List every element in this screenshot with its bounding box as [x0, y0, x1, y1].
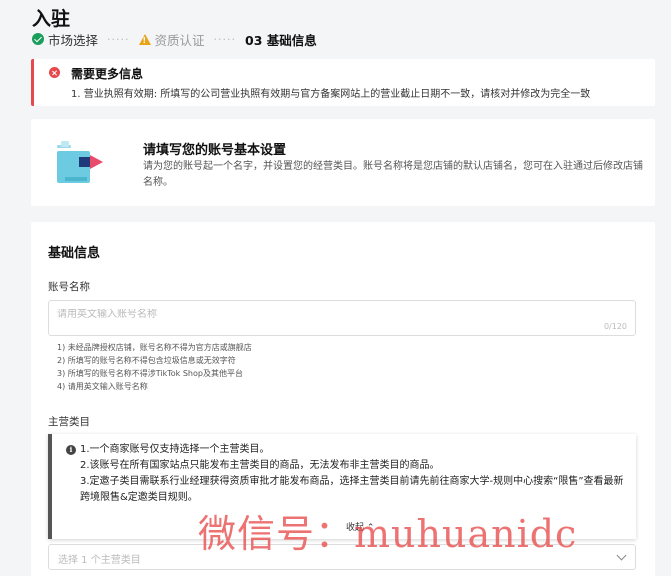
intro-card: 请填写您的账号基本设置 请为您的账号起一个名字，并设置您的经营类目。账号名称将是…: [31, 119, 655, 206]
shop-box-illustration-icon: [57, 141, 103, 183]
account-name-input[interactable]: [57, 309, 557, 320]
alert-message: 1. 营业执照有效期: 所填写的公司营业执照有效期与官方备案网站上的营业截止日期…: [71, 89, 591, 100]
error-icon: [49, 67, 60, 78]
info-icon: i: [66, 445, 76, 455]
collapse-button[interactable]: 收起 ⌃: [346, 520, 374, 533]
step-label: 03 基础信息: [245, 32, 317, 48]
rule-item: 4) 请用英文输入账号名称: [57, 382, 148, 391]
warning-icon: !: [138, 33, 151, 45]
stepper: 市场选择 ····· ! 资质认证 ····· 03 基础信息: [32, 30, 317, 48]
check-circle-icon: [32, 33, 44, 45]
main-category-label: 主营类目: [48, 416, 90, 428]
chevron-up-icon: ⌃: [366, 523, 375, 533]
intro-title: 请填写您的账号基本设置: [143, 143, 287, 158]
info-note: 2.该账号在所有国家站点只能发布主营类目的商品，无法发布非主营类目的商品。: [80, 460, 440, 471]
step-market[interactable]: 市场选择: [32, 30, 98, 49]
select-placeholder: 选择 1 个主营类目: [58, 555, 141, 566]
info-note: 1.一个商家账号仅支持选择一个主营类目。: [80, 444, 270, 455]
rule-item: 2) 所填写的账号名称不得包含垃圾信息或无效字符: [57, 356, 236, 365]
intro-description: 请为您的账号起一个名字，并设置您的经营类目。账号名称将是您店铺的默认店铺名，您可…: [143, 161, 643, 188]
basic-info-form: 基础信息 账号名称 0/120 1) 未经品牌授权店铺，账号名称不得为官方店或旗…: [31, 222, 655, 576]
step-separator: ·····: [213, 32, 236, 46]
page-title: 入驻: [32, 8, 71, 30]
main-category-select[interactable]: 选择 1 个主营类目: [48, 544, 636, 570]
rule-item: 1) 未经品牌授权店铺，账号名称不得为官方店或旗舰店: [57, 343, 252, 352]
alert-title: 需要更多信息: [71, 67, 144, 81]
section-title: 基础信息: [48, 246, 101, 261]
char-counter: 0/120: [603, 322, 627, 331]
step-label: 资质认证: [154, 32, 205, 48]
rule-item: 3) 所填写的账号名称不得涉TikTok Shop及其他平台: [57, 369, 243, 378]
step-qualification[interactable]: ! 资质认证: [138, 30, 205, 49]
step-separator: ·····: [107, 32, 130, 46]
collapse-label: 收起: [346, 523, 365, 533]
category-info-box: i 1.一个商家账号仅支持选择一个主营类目。 2.该账号在所有国家站点只能发布主…: [48, 434, 636, 539]
account-name-label: 账号名称: [48, 281, 90, 293]
error-alert: 需要更多信息 1. 营业执照有效期: 所填写的公司营业执照有效期与官方备案网站上…: [31, 59, 655, 106]
account-name-field[interactable]: 0/120: [48, 300, 636, 336]
account-name-rules: 1) 未经品牌授权店铺，账号名称不得为官方店或旗舰店 2) 所填写的账号名称不得…: [57, 341, 252, 393]
step-label: 市场选择: [48, 32, 99, 48]
step-basic-info[interactable]: 03 基础信息: [245, 30, 317, 49]
info-note: 3.定邀子类目需联系行业经理获得资质审批才能发布商品，选择主营类目前请先前往商家…: [80, 476, 624, 503]
chevron-down-icon: [616, 550, 627, 561]
